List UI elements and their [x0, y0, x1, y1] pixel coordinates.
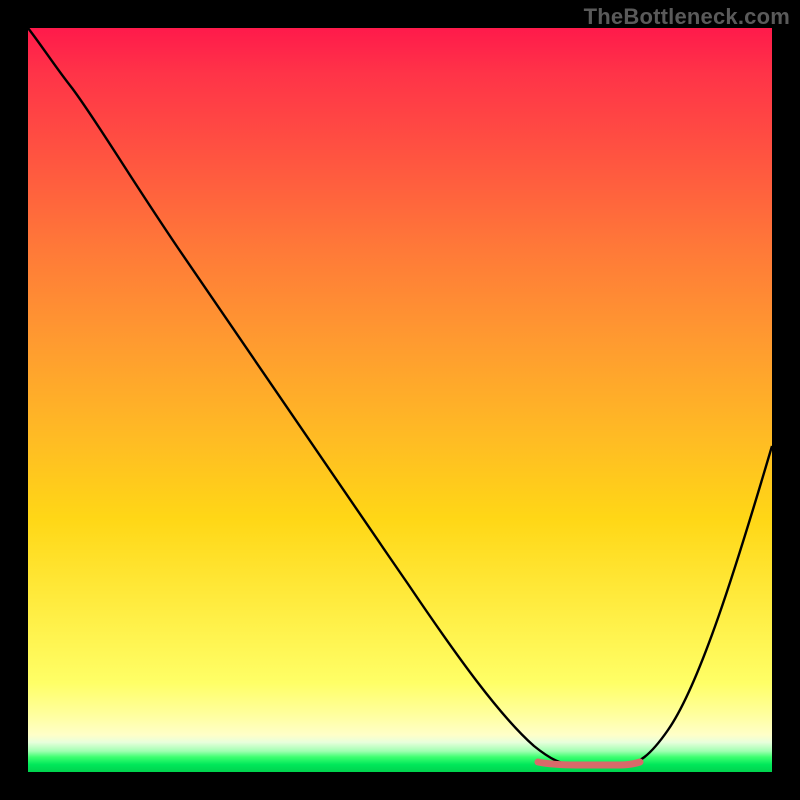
flat-segment	[538, 762, 640, 765]
main-curve	[28, 28, 772, 766]
plot-area	[28, 28, 772, 772]
chart-frame: TheBottleneck.com	[0, 0, 800, 800]
chart-svg	[28, 28, 772, 772]
watermark-text: TheBottleneck.com	[584, 4, 790, 30]
